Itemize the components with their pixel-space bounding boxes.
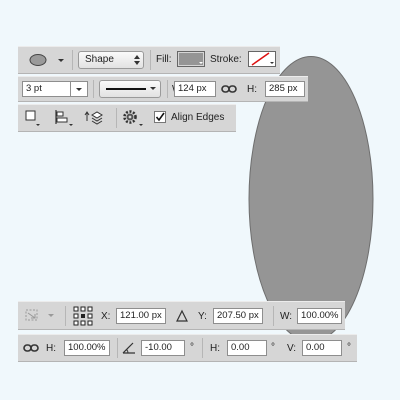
options-bar-row-1: Shape Fill: Stroke:: [18, 46, 280, 74]
path-operations-icon: [25, 110, 36, 121]
divider: [72, 50, 73, 70]
y-input[interactable]: 207.50 px: [213, 308, 263, 324]
chevron-down-icon: [76, 88, 82, 91]
warp-toggle-button[interactable]: [24, 307, 56, 325]
path-alignment-icon: [55, 110, 68, 124]
options-bar-row-3: Align Edges: [18, 104, 236, 132]
mode-select[interactable]: Shape: [78, 51, 144, 69]
chevron-down-icon: [69, 124, 73, 126]
angle-unit: °: [190, 342, 194, 353]
stroke-label: Stroke:: [210, 54, 242, 65]
angle-icon[interactable]: [122, 342, 136, 354]
skew-h-unit: °: [271, 342, 275, 353]
tool-preset-picker[interactable]: [26, 51, 66, 69]
skew-v-unit: °: [347, 342, 351, 353]
chevron-down-icon: [36, 124, 40, 126]
link-icon[interactable]: [23, 342, 39, 354]
divider: [202, 338, 203, 358]
h-value: 100.00%: [68, 342, 106, 353]
fill-label: Fill:: [156, 54, 172, 65]
path-operations-button[interactable]: [24, 109, 42, 127]
divider: [116, 108, 117, 128]
chevron-down-icon: [150, 87, 156, 90]
stroke-swatch[interactable]: [248, 51, 276, 67]
skew-v-label: V:: [287, 343, 297, 354]
align-edges-label: Align Edges: [171, 112, 225, 123]
align-edges-checkbox[interactable]: [154, 111, 166, 123]
stroke-type-line: [106, 88, 146, 90]
path-arrangement-button[interactable]: [84, 109, 108, 127]
x-label: X:: [101, 311, 111, 322]
stroke-width-dropdown[interactable]: [70, 81, 88, 97]
skew-h-label: H:: [210, 343, 220, 354]
mode-select-value: Shape: [85, 54, 114, 65]
divider: [167, 80, 168, 98]
select-arrows-icon: [134, 55, 140, 65]
divider: [93, 80, 94, 98]
warp-icon: [25, 309, 38, 321]
w-value: 100.00%: [301, 310, 339, 321]
angle-value: -10.00: [145, 342, 172, 353]
x-value: 121.00 px: [120, 310, 162, 321]
divider: [150, 50, 151, 70]
path-arrangement-icon: [84, 111, 103, 125]
reference-point-icon[interactable]: [73, 306, 93, 326]
chevron-down-icon: [139, 124, 143, 126]
divider: [65, 306, 66, 326]
angle-input[interactable]: -10.00: [141, 340, 185, 356]
link-icon[interactable]: [221, 83, 237, 95]
stroke-width-value: 3 pt: [26, 83, 42, 94]
h-input[interactable]: 100.00%: [64, 340, 110, 356]
divider: [273, 306, 274, 326]
y-label: Y:: [198, 311, 207, 322]
chevron-down-icon: [58, 59, 64, 62]
stroke-type-select[interactable]: [99, 80, 161, 98]
height-input[interactable]: 285 px: [265, 81, 305, 97]
y-value: 207.50 px: [217, 310, 259, 321]
chevron-down-icon: [48, 314, 54, 317]
transform-bar-row-2: H: 100.00% -10.00 ° H: 0.00 ° V: 0.00 °: [18, 334, 357, 362]
path-alignment-button[interactable]: [54, 109, 76, 127]
w-label: W:: [280, 311, 293, 322]
gear-icon: [123, 110, 137, 124]
chevron-down-icon: [270, 62, 274, 64]
width-input[interactable]: 124 px: [174, 81, 216, 97]
w-input[interactable]: 100.00%: [297, 308, 342, 324]
chevron-down-icon: [199, 62, 203, 64]
h-label: H:: [46, 343, 56, 354]
divider: [117, 338, 118, 358]
delta-icon[interactable]: [176, 309, 188, 322]
x-input[interactable]: 121.00 px: [116, 308, 166, 324]
skew-h-value: 0.00: [231, 342, 250, 353]
width-value: 124 px: [178, 83, 207, 94]
skew-v-value: 0.00: [306, 342, 325, 353]
ellipse-tool-icon: [29, 54, 47, 66]
height-value: 285 px: [269, 83, 298, 94]
fill-swatch[interactable]: [177, 51, 205, 67]
skew-h-input[interactable]: 0.00: [227, 340, 267, 356]
settings-button[interactable]: [122, 109, 144, 127]
skew-v-input[interactable]: 0.00: [302, 340, 342, 356]
transform-bar-row-1: X: 121.00 px Y: 207.50 px W: 100.00%: [18, 301, 345, 330]
height-label: H:: [247, 84, 257, 95]
options-bar-row-2: 3 pt W: 124 px H: 285 px: [18, 76, 308, 102]
checkmark-icon: [155, 112, 165, 122]
